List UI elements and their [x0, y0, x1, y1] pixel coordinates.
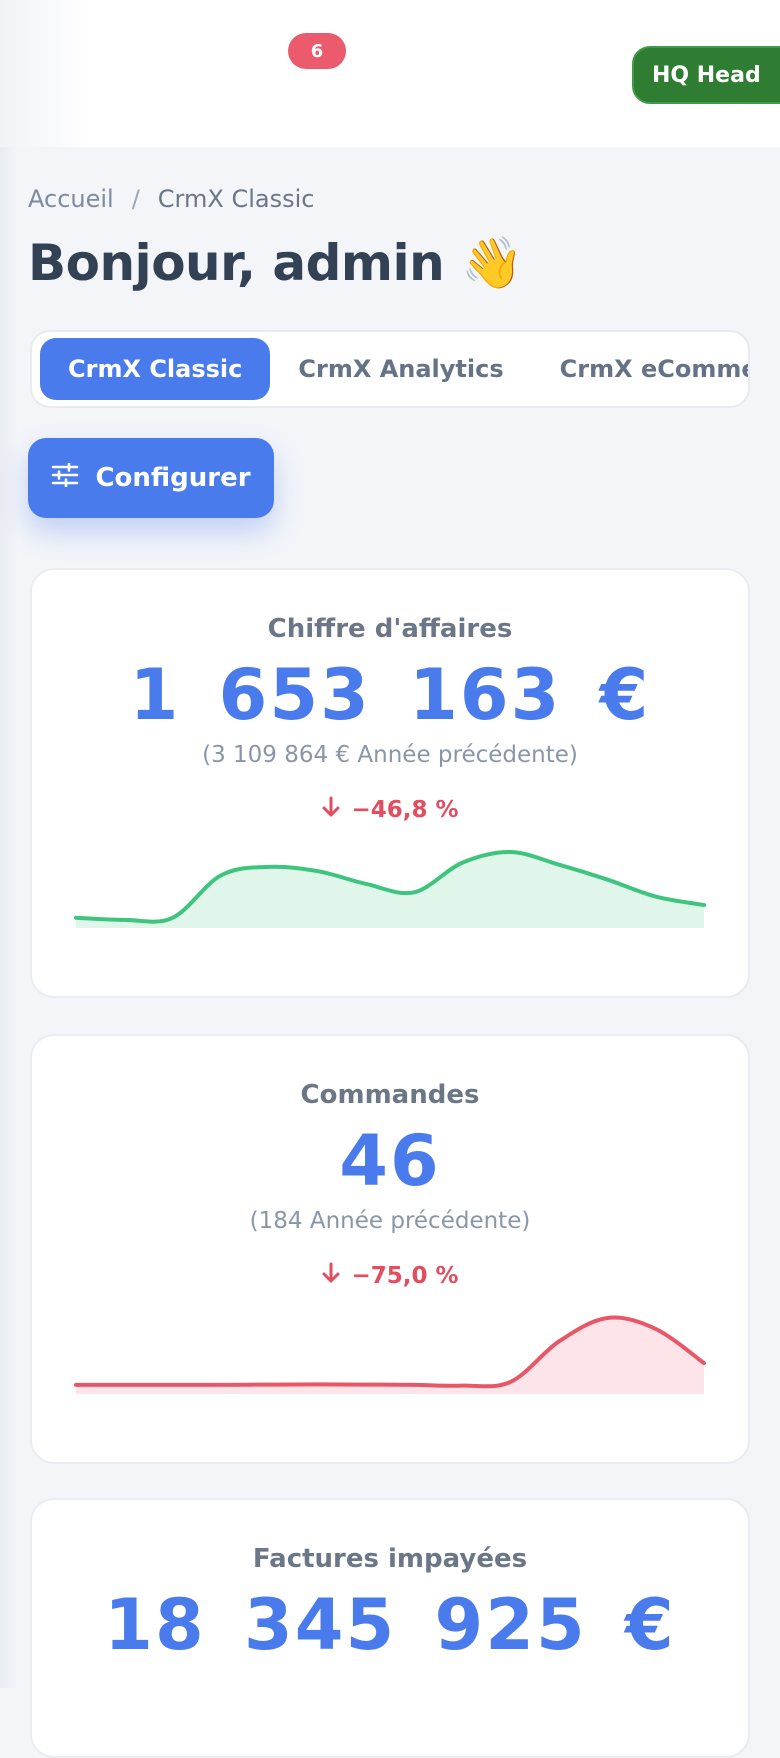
- kpi-title: Chiffre d'affaires: [267, 614, 513, 644]
- kpi-card-revenue: Chiffre d'affaires 1 653 163 € (3 109 86…: [30, 568, 750, 998]
- kpi-title: Factures impayées: [252, 1544, 528, 1574]
- sliders-icon: [51, 461, 79, 494]
- organization-switcher[interactable]: HQ Head: [632, 46, 780, 104]
- left-edge-shadow: [0, 147, 18, 1688]
- kpi-previous: (184 Année précédente): [249, 1208, 531, 1234]
- configure-button[interactable]: Configurer: [28, 438, 274, 518]
- tab-crmx-classic[interactable]: CrmX Classic: [40, 338, 271, 400]
- kpi-previous: (3 109 864 € Année précédente): [202, 742, 578, 768]
- kpi-value: 46: [339, 1120, 441, 1202]
- breadcrumb: Accueil / CrmX Classic: [28, 185, 314, 213]
- orders-sparkline: [74, 1315, 706, 1394]
- kpi-delta-value: −46,8 %: [351, 797, 459, 823]
- tab-crmx-ecommerce[interactable]: CrmX eCommerce: [532, 338, 748, 400]
- tab-crmx-analytics[interactable]: CrmX Analytics: [270, 338, 531, 400]
- top-bar: 6 HQ Head: [0, 0, 780, 147]
- topbar-left-fade: [0, 0, 90, 147]
- kpi-delta: −75,0 %: [32, 1262, 748, 1290]
- breadcrumb-separator: /: [131, 185, 140, 213]
- configure-label: Configurer: [95, 463, 251, 493]
- arrow-down-icon: [321, 1262, 341, 1290]
- kpi-card-unpaid-invoices: Factures impayées 18 345 925 €: [30, 1498, 750, 1758]
- kpi-delta: −46,8 %: [32, 796, 748, 824]
- revenue-sparkline: [74, 849, 706, 928]
- notification-badge[interactable]: 6: [288, 33, 346, 69]
- arrow-down-icon: [321, 796, 341, 824]
- kpi-value: 18 345 925 €: [104, 1584, 676, 1666]
- page-title: Bonjour, admin 👋: [28, 234, 523, 292]
- dashboard-tabs: CrmX Classic CrmX Analytics CrmX eCommer…: [30, 330, 750, 408]
- kpi-value: 1 653 163 €: [129, 654, 651, 736]
- breadcrumb-home-link[interactable]: Accueil: [28, 185, 114, 213]
- breadcrumb-current: CrmX Classic: [157, 185, 315, 213]
- sparkline-area: [76, 1317, 704, 1394]
- kpi-delta-value: −75,0 %: [351, 1263, 459, 1289]
- kpi-card-orders: Commandes 46 (184 Année précédente) −75,…: [30, 1034, 750, 1464]
- kpi-title: Commandes: [300, 1080, 480, 1110]
